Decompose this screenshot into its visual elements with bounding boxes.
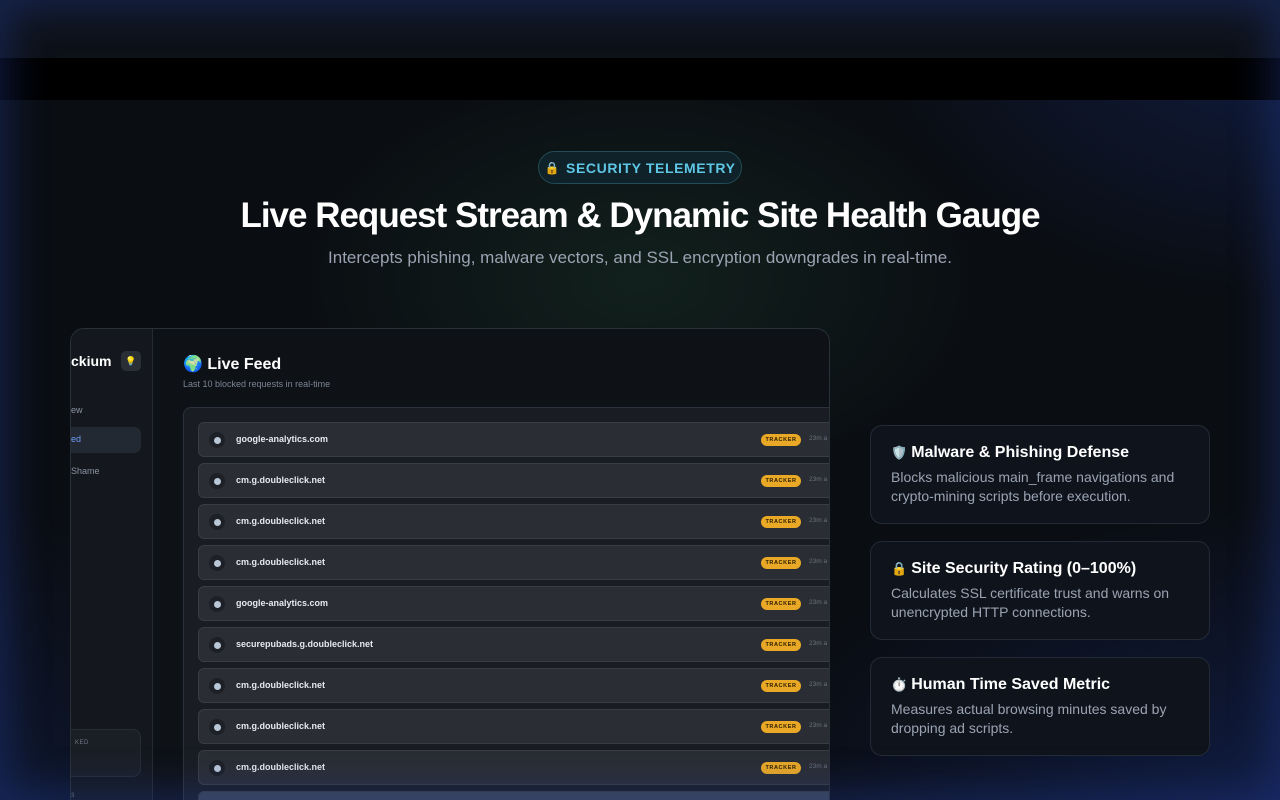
list-item[interactable]: cm.g.doubleclick.net TRACKER 23m a [198,709,829,744]
sidebar-stat-card: KED [71,729,141,777]
request-domain: cm.g.doubleclick.net [236,557,326,567]
status-dot-icon [209,555,225,571]
status-dot-icon [209,678,225,694]
status-dot-icon [209,719,225,735]
feed-title: 🌍 Live Feed [183,354,281,374]
app-preview-window: ckium 💡 ew ed Shame KED 3 🌍 Live Feed La… [70,328,830,800]
status-dot-icon [209,432,225,448]
request-time: 23m a [809,476,828,483]
sidebar-footer: 3 [71,793,75,799]
tracker-badge: TRACKER [761,475,801,487]
sidebar-item-shame[interactable]: Shame [71,466,100,476]
tracker-badge: TRACKER [761,516,801,528]
list-item[interactable]: cm.g.doubleclick.net TRACKER 23m a [198,668,829,703]
request-domain: google-analytics.com [236,434,329,444]
badge-label: SECURITY TELEMETRY [566,159,736,176]
lock-icon: 🔒 [544,160,561,175]
shield-icon: 🛡️ [891,445,908,460]
nav-bar [0,58,1280,100]
status-dot-icon [209,596,225,612]
request-domain: cm.g.doubleclick.net [236,721,326,731]
request-time: 23m a [809,681,828,688]
hero-title: Live Request Stream & Dynamic Site Healt… [240,196,1040,235]
brand-name: ckium [71,353,112,369]
request-domain: cm.g.doubleclick.net [236,516,326,526]
request-time: 23m a [809,435,828,442]
list-item[interactable]: cm.g.doubleclick.net TRACKER 23m a [198,504,829,539]
tracker-badge: TRACKER [761,557,801,569]
feed-list: google-analytics.com TRACKER 23m a cm.g.… [183,407,829,800]
request-time: 23m a [809,599,828,606]
request-time: 23m a [809,517,828,524]
tracker-badge: TRACKER [761,680,801,692]
feature-description: Measures actual browsing minutes saved b… [891,701,1167,736]
feature-title-text: Human Time Saved Metric [911,676,1111,693]
feature-description: Blocks malicious main_frame navigations … [891,469,1175,504]
request-time: 23m a [809,722,828,729]
section-badge: 🔒 SECURITY TELEMETRY [538,151,742,184]
sidebar-item-overview[interactable]: ew [71,405,83,415]
hero-subtitle: Intercepts phishing, malware vectors, an… [328,248,952,267]
tracker-badge: TRACKER [761,434,801,446]
status-dot-icon [209,514,225,530]
globe-icon: 🌍 [183,356,203,373]
status-dot-icon [209,637,225,653]
tracker-badge: TRACKER [761,598,801,610]
tracker-badge: TRACKER [761,639,801,651]
sidebar-item-feed[interactable]: ed [71,427,141,453]
list-item[interactable] [198,791,829,800]
feature-card-security-rating: 🔒 Site Security Rating (0–100%) Calculat… [870,541,1210,640]
sidebar-card-label: KED [75,740,89,746]
list-item[interactable]: securepubads.g.doubleclick.net TRACKER 2… [198,627,829,662]
list-item[interactable]: google-analytics.com TRACKER 23m a [198,422,829,457]
feature-description: Calculates SSL certificate trust and war… [891,585,1170,620]
request-domain: cm.g.doubleclick.net [236,762,326,772]
status-dot-icon [209,760,225,776]
feature-title-text: Site Security Rating (0–100%) [911,560,1137,577]
request-domain: cm.g.doubleclick.net [236,680,326,690]
feature-title: ⏱️ Human Time Saved Metric [891,676,1189,694]
feature-title: 🛡️ Malware & Phishing Defense [891,444,1189,462]
lock-icon: 🔒 [891,561,908,576]
status-dot-icon [209,473,225,489]
feature-card-malware: 🛡️ Malware & Phishing Defense Blocks mal… [870,425,1210,524]
request-time: 23m a [809,763,828,770]
feature-title: 🔒 Site Security Rating (0–100%) [891,560,1189,578]
request-domain: securepubads.g.doubleclick.net [236,639,374,649]
tracker-badge: TRACKER [761,762,801,774]
request-time: 23m a [809,640,828,647]
stopwatch-icon: ⏱️ [891,677,908,692]
bulb-icon[interactable]: 💡 [121,351,141,371]
request-domain: cm.g.doubleclick.net [236,475,326,485]
list-item[interactable]: cm.g.doubleclick.net TRACKER 23m a [198,463,829,498]
list-item[interactable]: cm.g.doubleclick.net TRACKER 23m a [198,545,829,580]
top-bar [0,0,1280,58]
tracker-badge: TRACKER [761,721,801,733]
list-item[interactable]: cm.g.doubleclick.net TRACKER 23m a [198,750,829,785]
request-time: 23m a [809,558,828,565]
list-item[interactable]: google-analytics.com TRACKER 23m a [198,586,829,621]
feature-title-text: Malware & Phishing Defense [911,444,1130,461]
feed-title-text: Live Feed [207,356,282,373]
sidebar: ckium 💡 ew ed Shame KED 3 [71,329,153,800]
feed-subtitle: Last 10 blocked requests in real-time [183,379,331,389]
feature-card-time-saved: ⏱️ Human Time Saved Metric Measures actu… [870,657,1210,756]
request-domain: google-analytics.com [236,598,329,608]
